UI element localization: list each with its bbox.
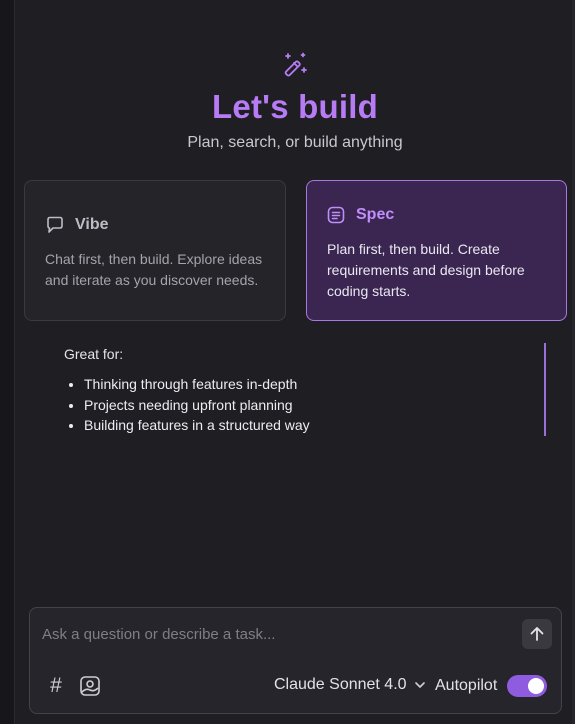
attach-image-button[interactable]: [78, 674, 102, 698]
mode-card-description: Chat first, then build. Explore ideas an…: [45, 251, 263, 288]
great-for-list: Thinking through features in-depth Proje…: [64, 374, 310, 436]
hash-icon: #: [50, 674, 62, 697]
mode-card-vibe[interactable]: Vibe Chat first, then build. Explore ide…: [24, 180, 286, 321]
mode-card-description: Plan first, then build. Create requireme…: [327, 241, 525, 299]
autopilot-label: Autopilot: [435, 677, 498, 694]
chevron-down-icon: [414, 682, 425, 688]
autopilot-toggle[interactable]: [507, 675, 547, 697]
mode-card-title: Spec: [356, 206, 395, 223]
mode-card-spec[interactable]: Spec Plan first, then build. Create requ…: [306, 180, 567, 321]
toggle-knob: [528, 678, 544, 694]
list-item: Building features in a structured way: [84, 415, 310, 436]
context-hash-button[interactable]: #: [44, 674, 68, 698]
model-name: Claude Sonnet 4.0: [274, 676, 407, 693]
list-item: Projects needing upfront planning: [84, 395, 310, 416]
page-subtitle: Plan, search, or build anything: [187, 134, 403, 151]
page-title: Let's build: [212, 88, 378, 125]
send-button[interactable]: [522, 619, 552, 649]
arrow-up-icon: [530, 627, 544, 641]
chat-input[interactable]: [40, 620, 514, 648]
list-item: Thinking through features in-depth: [84, 374, 310, 395]
magic-wand-icon: [281, 51, 309, 79]
great-for-label: Great for:: [64, 346, 124, 362]
document-list-icon: [326, 205, 346, 225]
speech-bubble-icon: [45, 215, 65, 235]
model-selector[interactable]: Claude Sonnet 4.0: [274, 676, 426, 694]
great-for-accent-bar: [544, 343, 546, 436]
app-window: Let's build Plan, search, or build anyth…: [0, 0, 575, 724]
image-icon: [80, 676, 100, 696]
mode-card-vibe-header: Vibe: [45, 215, 109, 235]
mode-card-spec-header: Spec: [326, 205, 394, 225]
chat-composer: # Claude Sonnet 4.0 Autopilot: [29, 607, 562, 714]
mode-card-title: Vibe: [75, 216, 109, 233]
